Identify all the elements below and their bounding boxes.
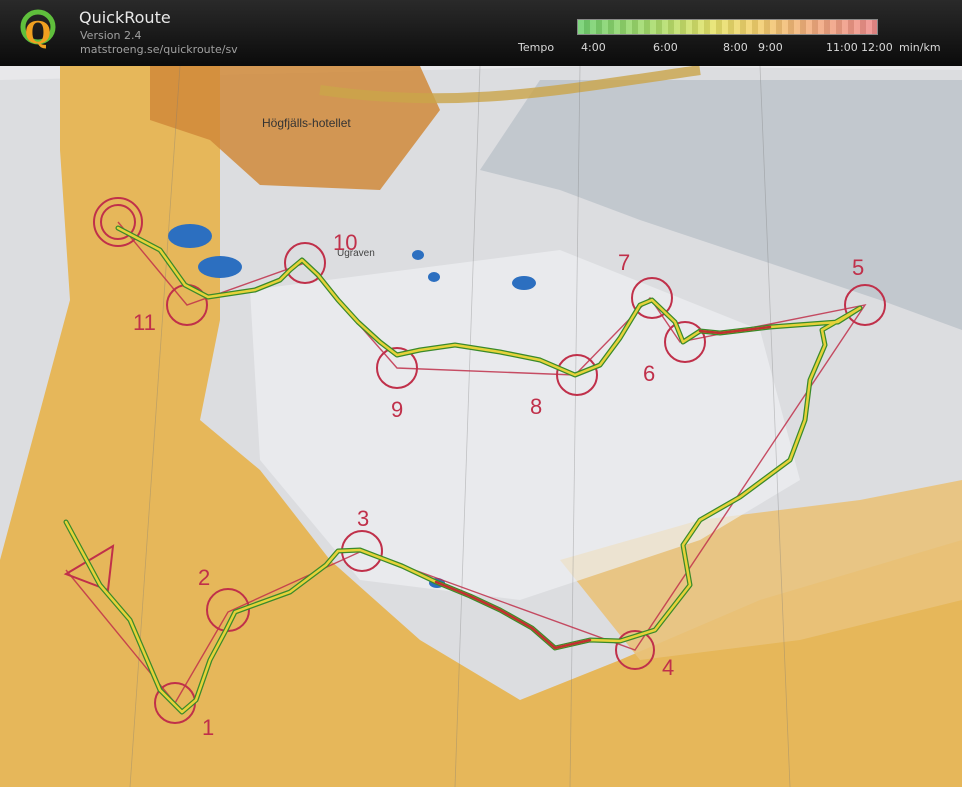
lake: [168, 224, 212, 248]
tempo-label: Tempo: [518, 41, 555, 54]
tempo-tick: 6:00: [653, 41, 678, 54]
tempo-tick: 4:00: [581, 41, 606, 54]
control-number: 11: [133, 310, 156, 335]
control-number: 3: [357, 506, 369, 531]
control-number: 2: [198, 565, 210, 590]
tempo-tick: 11:00: [826, 41, 858, 54]
control-number: 6: [643, 361, 655, 386]
app-name: QuickRoute: [79, 8, 171, 27]
control-number: 10: [333, 230, 357, 255]
control-number: 9: [391, 397, 403, 422]
control-number: 8: [530, 394, 542, 419]
control-number: 4: [662, 655, 674, 680]
quickroute-logo: Q: [20, 9, 56, 51]
lake: [512, 276, 536, 290]
lake: [412, 250, 424, 260]
tempo-tick: 8:00: [723, 41, 748, 54]
control-number: 1: [202, 715, 214, 740]
app-url[interactable]: matstroeng.se/quickroute/sv: [80, 43, 238, 56]
tempo-color-scale: [577, 19, 878, 35]
control-number: 7: [618, 250, 630, 275]
lake: [428, 272, 440, 282]
tempo-unit: min/km: [899, 41, 941, 54]
orienteering-map[interactable]: Högfjälls-hotellet Ugraven 1 2 3 4 5 6 7…: [0, 66, 962, 787]
tempo-tick: 12:00: [861, 41, 893, 54]
tempo-tick: 9:00: [758, 41, 783, 54]
lake: [198, 256, 242, 278]
place-label: Högfjälls-hotellet: [262, 116, 351, 130]
logo-letter: Q: [25, 16, 51, 51]
app-version: Version 2.4: [80, 29, 142, 42]
header-bar: Q QuickRoute Version 2.4 matstroeng.se/q…: [0, 0, 962, 66]
control-number: 5: [852, 255, 864, 280]
